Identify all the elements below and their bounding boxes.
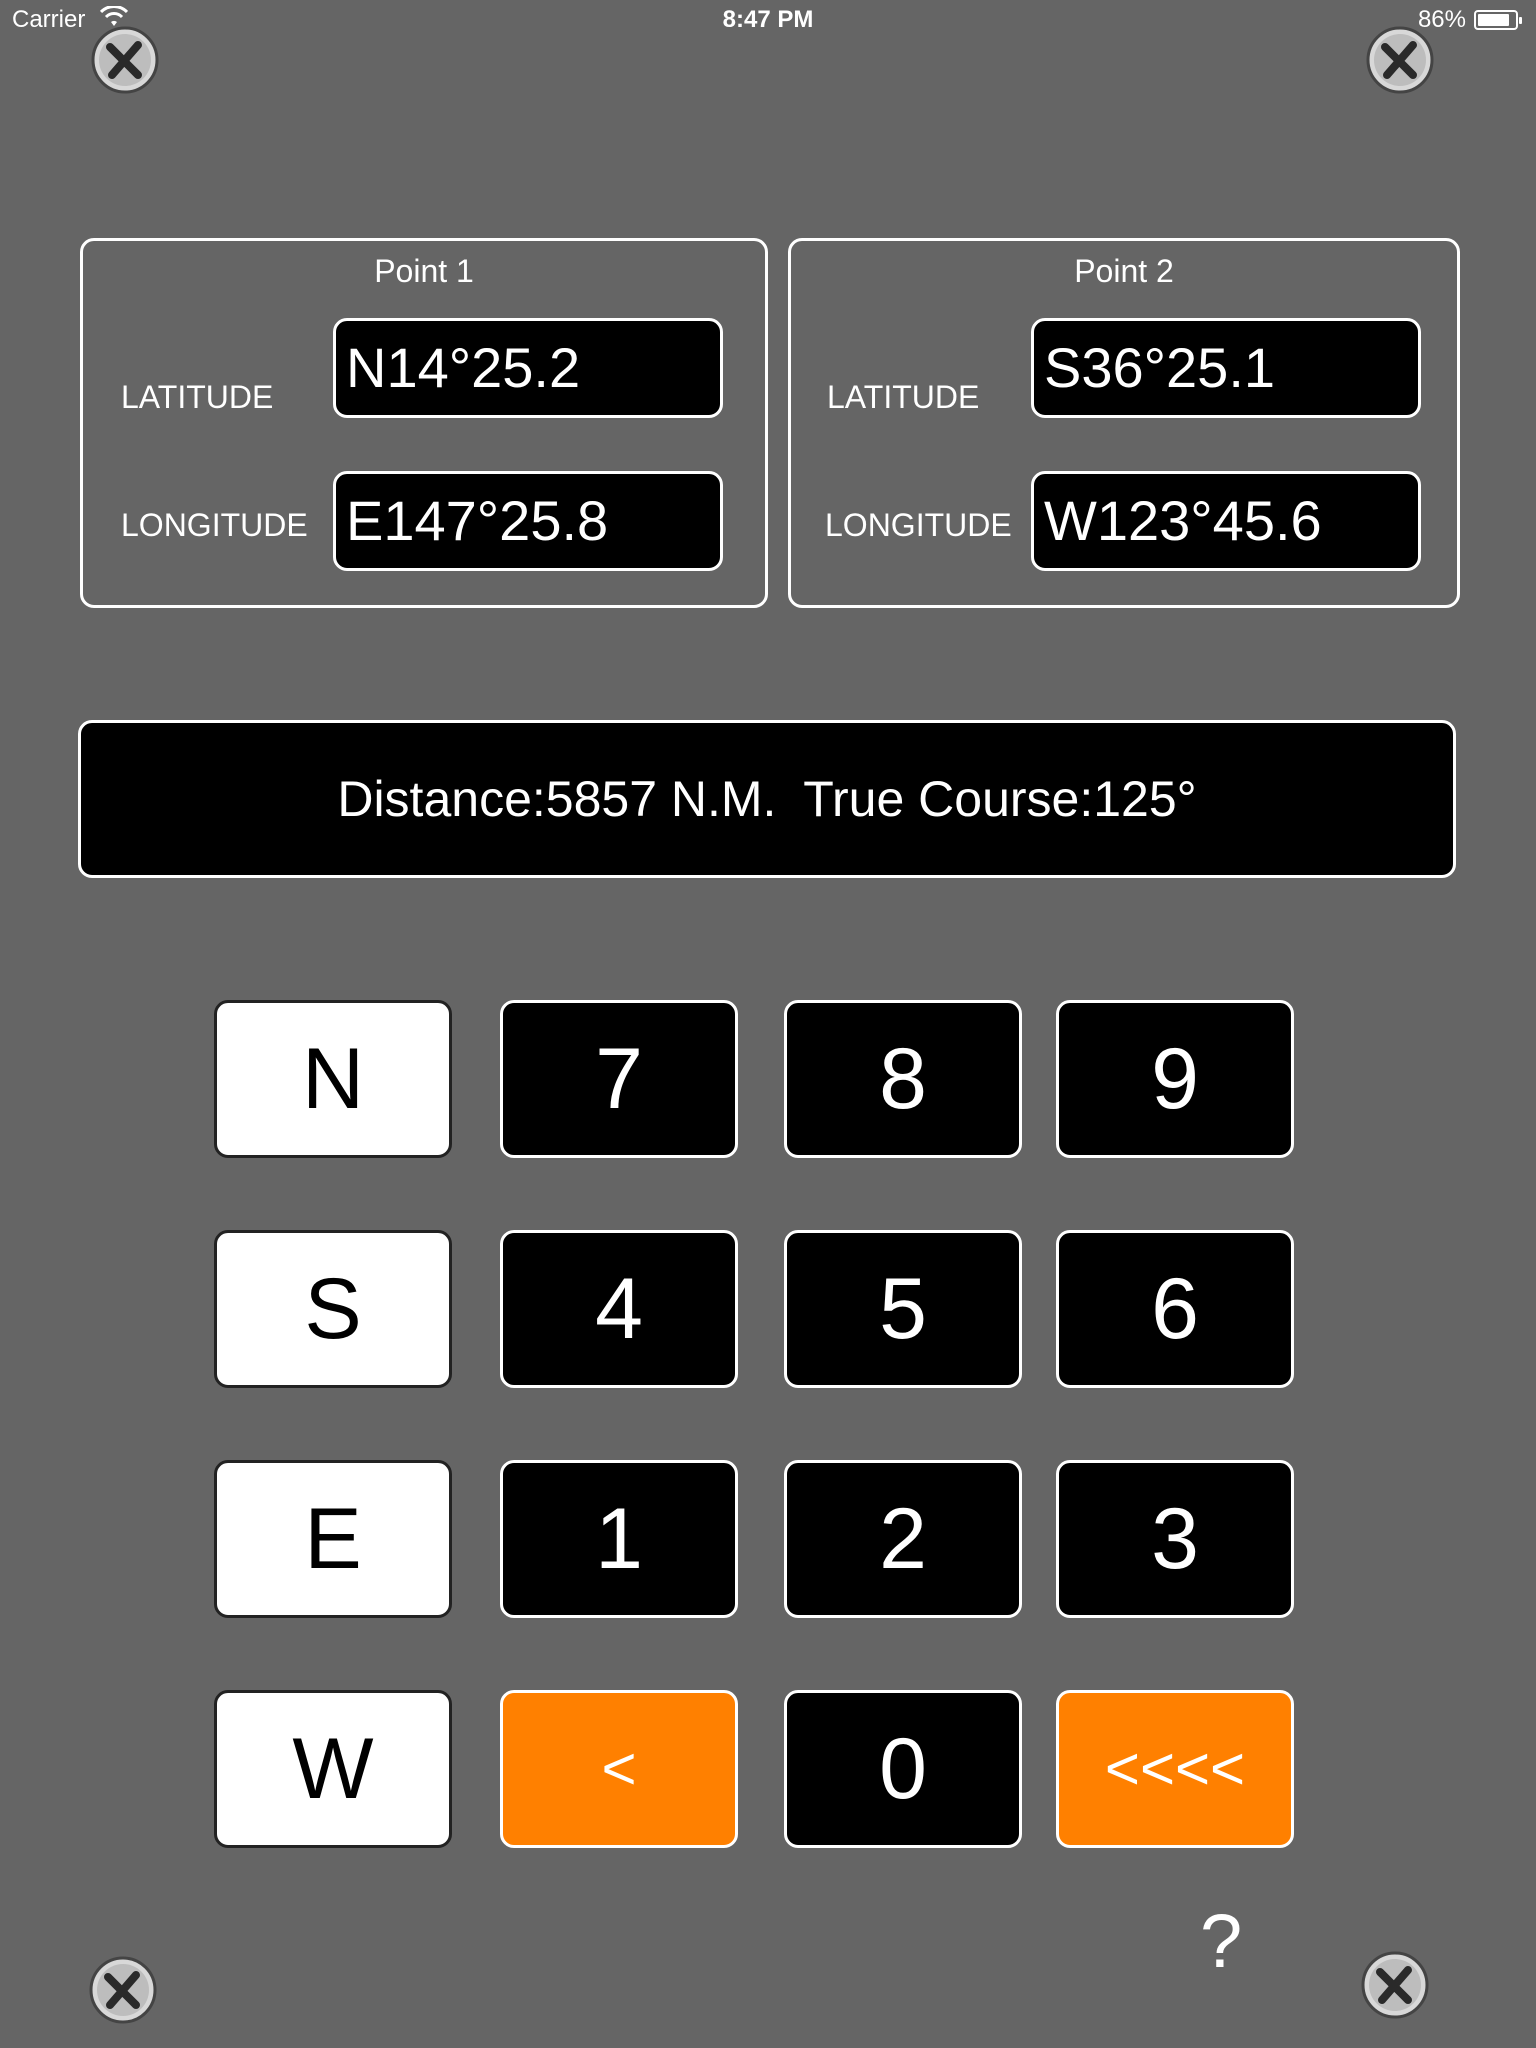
screw-icon <box>91 26 159 94</box>
key-9[interactable]: 9 <box>1056 1000 1294 1158</box>
backspace-button[interactable]: < <box>500 1690 738 1848</box>
key-8[interactable]: 8 <box>784 1000 1022 1158</box>
key-east[interactable]: E <box>214 1460 452 1618</box>
key-7[interactable]: 7 <box>500 1000 738 1158</box>
point1-panel: Point 1 LATITUDE N14°25.2 LONGITUDE E147… <box>80 238 768 608</box>
point2-panel: Point 2 LATITUDE S36°25.1 LONGITUDE W123… <box>788 238 1460 608</box>
screw-icon <box>1361 1951 1429 2019</box>
point2-longitude-field[interactable]: W123°45.6 <box>1031 471 1421 571</box>
key-2[interactable]: 2 <box>784 1460 1022 1618</box>
key-1[interactable]: 1 <box>500 1460 738 1618</box>
point2-longitude-label: LONGITUDE <box>825 507 1012 543</box>
result-display: Distance:5857 N.M. True Course:125° <box>78 720 1456 878</box>
point2-latitude-label: LATITUDE <box>827 379 980 415</box>
key-4[interactable]: 4 <box>500 1230 738 1388</box>
screw-icon <box>89 1956 157 2024</box>
point2-title: Point 2 <box>1074 253 1174 289</box>
key-north[interactable]: N <box>214 1000 452 1158</box>
help-button[interactable]: ? <box>1200 1898 1242 1985</box>
clock: 8:47 PM <box>722 6 814 33</box>
point1-longitude-field[interactable]: E147°25.8 <box>333 471 723 571</box>
battery-fill <box>1478 14 1509 26</box>
point1-latitude-label: LATITUDE <box>121 379 274 415</box>
key-south[interactable]: S <box>214 1230 452 1388</box>
key-3[interactable]: 3 <box>1056 1460 1294 1618</box>
key-west[interactable]: W <box>214 1690 452 1848</box>
point1-longitude-label: LONGITUDE <box>121 507 308 543</box>
point1-title: Point 1 <box>374 253 474 289</box>
battery-icon <box>1474 10 1522 30</box>
key-5[interactable]: 5 <box>784 1230 1022 1388</box>
point1-latitude-field[interactable]: N14°25.2 <box>333 318 723 418</box>
screw-icon <box>1366 26 1434 94</box>
key-6[interactable]: 6 <box>1056 1230 1294 1388</box>
status-bar: Carrier 8:47 PM 86% <box>0 0 1536 40</box>
key-0[interactable]: 0 <box>784 1690 1022 1848</box>
point2-latitude-field[interactable]: S36°25.1 <box>1031 318 1421 418</box>
clear-button[interactable]: <<<< <box>1056 1690 1294 1848</box>
